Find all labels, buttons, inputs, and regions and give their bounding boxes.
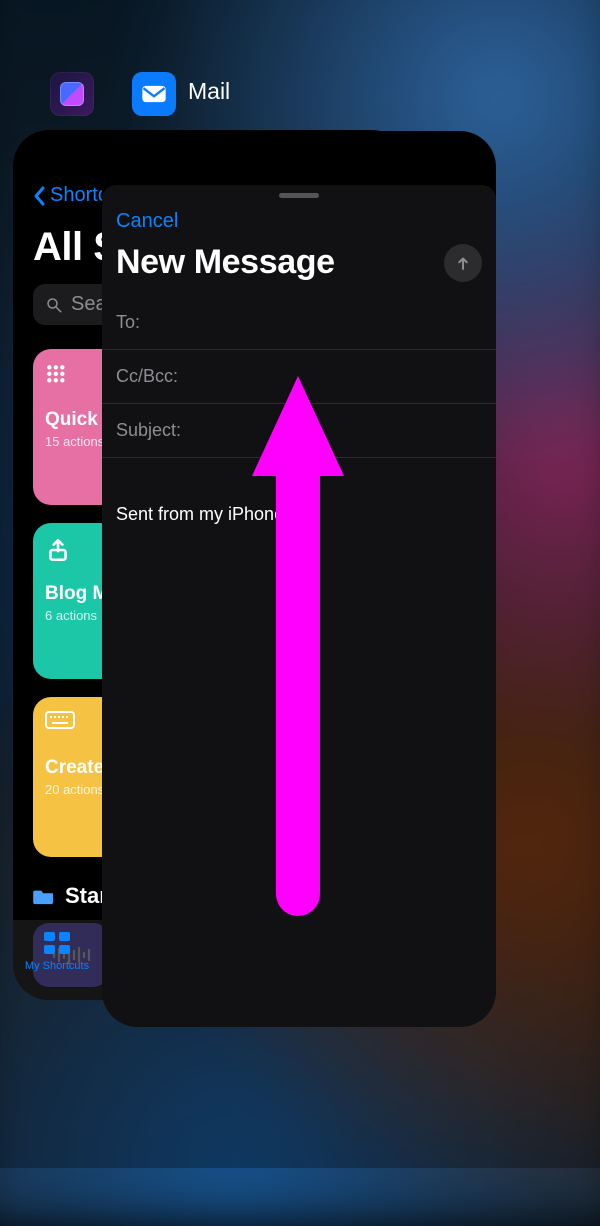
tile-subtitle: 20 actions bbox=[45, 783, 107, 797]
subject-field[interactable]: Subject: bbox=[102, 404, 496, 458]
compose-title: New Message bbox=[116, 243, 335, 282]
signature-text: Sent from my iPhone bbox=[116, 504, 482, 525]
subject-label: Subject: bbox=[116, 420, 181, 440]
shortcuts-glyph-icon bbox=[60, 82, 84, 106]
tab-label: My Shortcuts bbox=[25, 960, 89, 972]
arrow-up-icon bbox=[454, 254, 472, 272]
message-body[interactable]: Sent from my iPhone bbox=[102, 458, 496, 571]
ccbcc-field[interactable]: Cc/Bcc: bbox=[102, 350, 496, 404]
tile-title: Blog Media Upload bbox=[45, 583, 107, 605]
grid-tab-icon bbox=[42, 930, 72, 956]
mail-app-label: Mail bbox=[188, 78, 230, 105]
keyboard-icon bbox=[45, 711, 71, 737]
app-card-mail[interactable]: Cancel New Message To: Cc/Bcc: Subject: … bbox=[102, 131, 496, 1027]
to-field[interactable]: To: bbox=[102, 296, 496, 350]
tile-title: Create Note bbox=[45, 757, 107, 779]
folder-icon bbox=[33, 887, 55, 905]
chevron-left-icon bbox=[33, 186, 47, 206]
tile-title: Quick screenshot bbox=[45, 409, 107, 431]
tile-subtitle: 15 actions bbox=[45, 435, 107, 449]
mail-app-icon[interactable] bbox=[132, 72, 176, 116]
to-label: To: bbox=[116, 312, 140, 332]
search-icon bbox=[45, 296, 63, 314]
tile-subtitle: 6 actions bbox=[45, 609, 107, 623]
send-button[interactable] bbox=[444, 244, 482, 282]
tab-my-shortcuts[interactable]: My Shortcuts bbox=[13, 930, 101, 972]
compose-sheet: Cancel New Message To: Cc/Bcc: Subject: … bbox=[102, 185, 496, 1027]
shortcuts-app-icon[interactable] bbox=[50, 72, 94, 116]
ccbcc-label: Cc/Bcc: bbox=[116, 366, 178, 386]
envelope-icon bbox=[140, 80, 168, 108]
grid-icon bbox=[45, 363, 71, 389]
share-icon bbox=[45, 537, 71, 563]
cancel-button[interactable]: Cancel bbox=[116, 210, 178, 233]
